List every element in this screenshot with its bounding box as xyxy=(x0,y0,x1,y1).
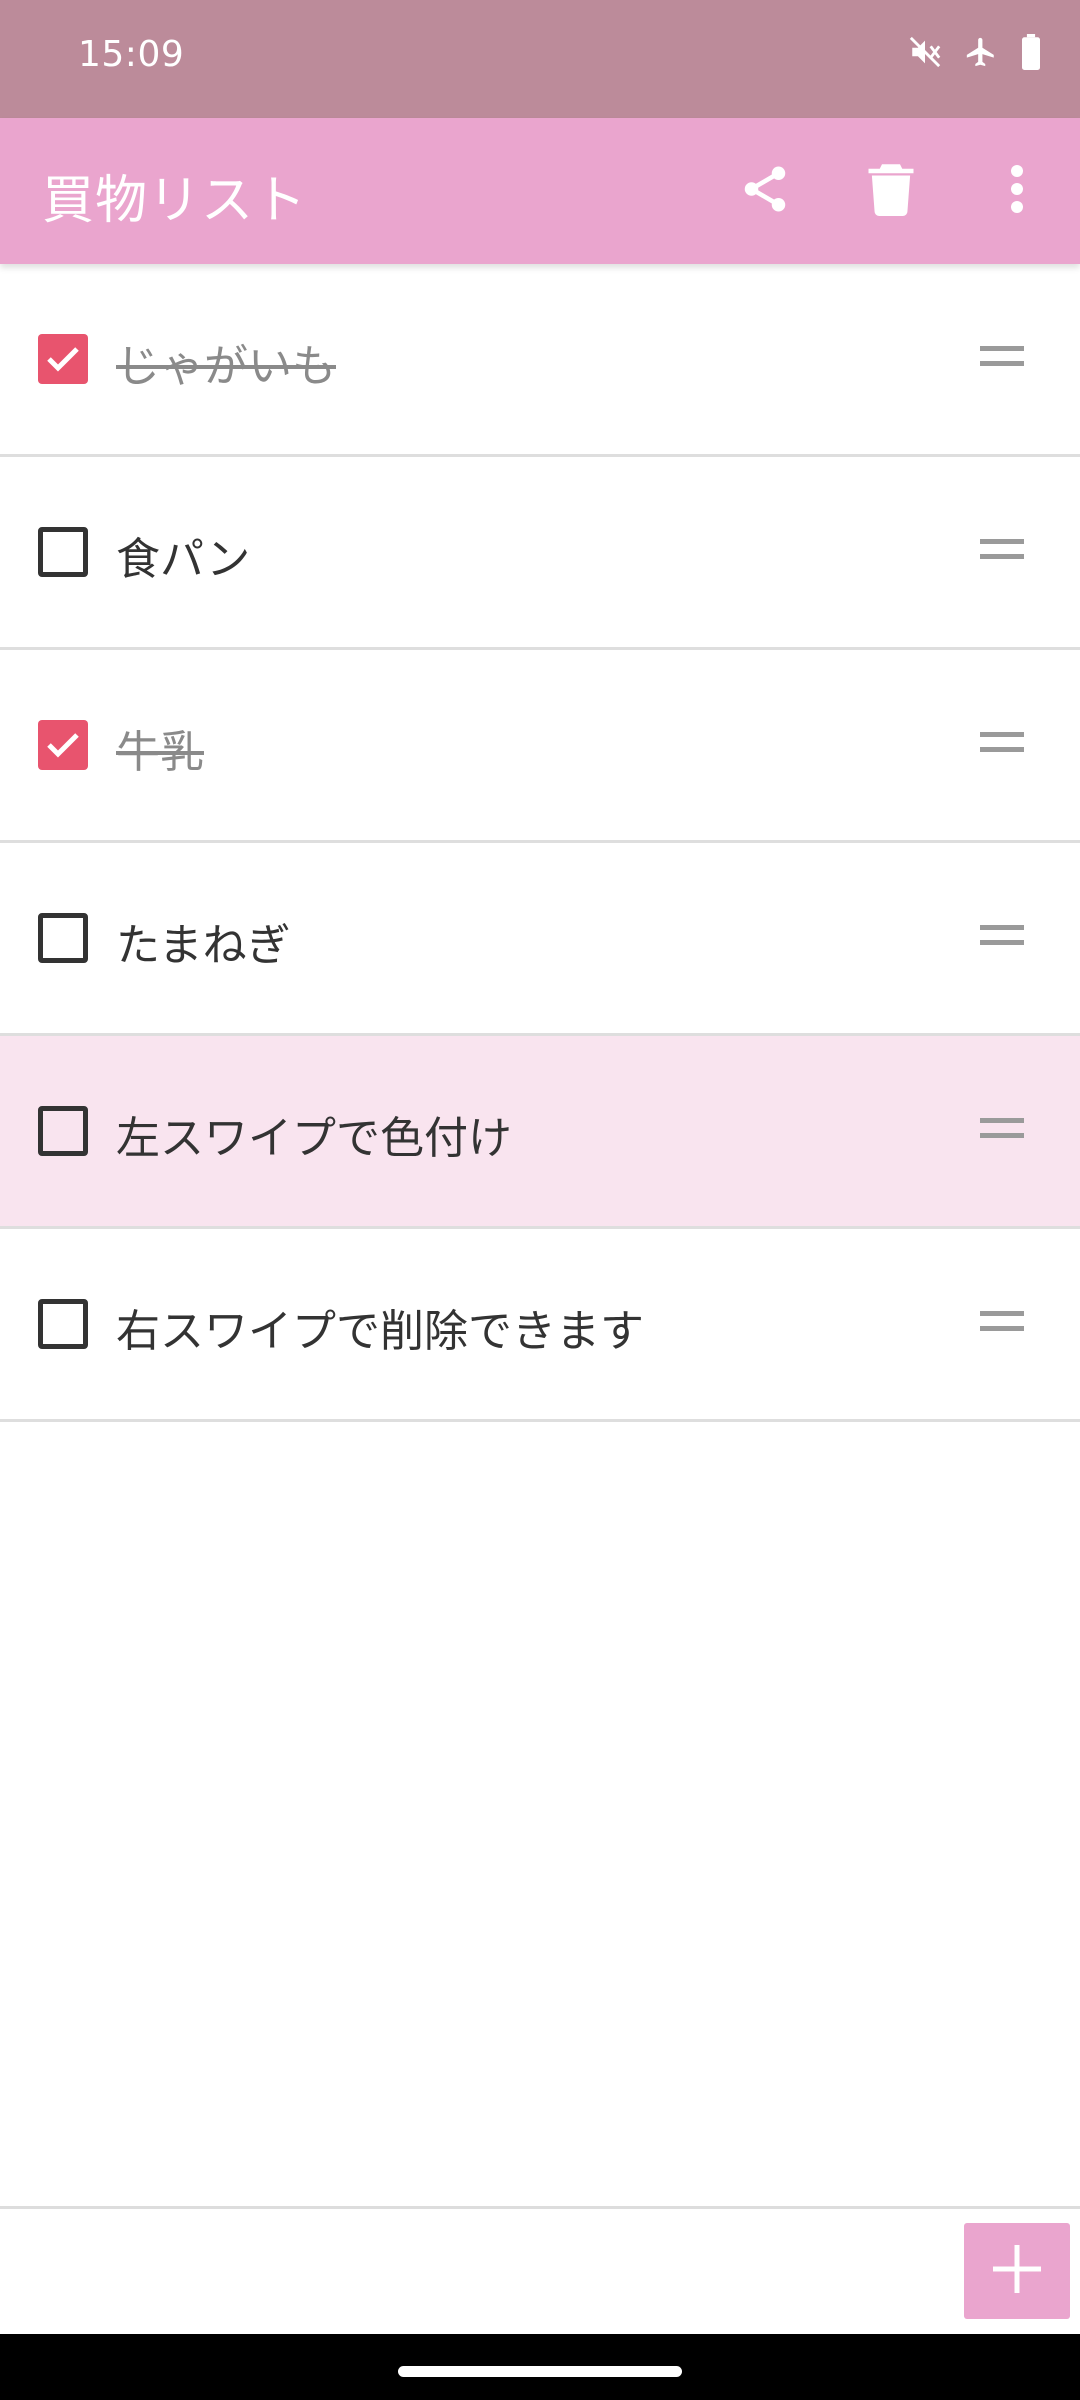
drag-handle-icon[interactable] xyxy=(980,925,1024,949)
status-icons xyxy=(908,34,1042,70)
drag-handle-icon[interactable] xyxy=(980,1311,1024,1335)
list-item[interactable]: じゃがいも xyxy=(0,264,1080,457)
checkbox[interactable] xyxy=(38,1299,88,1349)
checkbox-checked[interactable] xyxy=(38,720,88,770)
drag-handle-icon[interactable] xyxy=(980,539,1024,563)
list-item[interactable]: 右スワイプで削除できます xyxy=(0,1229,1080,1422)
page-title: 買物リスト xyxy=(42,171,308,231)
home-indicator[interactable] xyxy=(398,2366,682,2377)
delete-icon xyxy=(867,162,915,220)
app-actions xyxy=(702,118,1080,264)
drag-handle-icon[interactable] xyxy=(980,1118,1024,1142)
item-label: 牛乳 xyxy=(116,727,204,778)
drag-handle-icon[interactable] xyxy=(980,732,1024,756)
drag-handle-icon[interactable] xyxy=(980,346,1024,370)
app-bar: 買物リスト xyxy=(0,118,1080,264)
add-item-button[interactable] xyxy=(964,2223,1070,2319)
item-label: 右スワイプで削除できます xyxy=(116,1306,644,1357)
status-bar: 15:09 xyxy=(0,0,1080,118)
list-item-highlighted[interactable]: 左スワイプで色付け xyxy=(0,1036,1080,1229)
item-label: 左スワイプで色付け xyxy=(116,1113,512,1164)
item-label: 食パン xyxy=(116,534,251,585)
mute-icon xyxy=(908,35,942,69)
checkbox[interactable] xyxy=(38,1106,88,1156)
checkbox[interactable] xyxy=(38,527,88,577)
list-item[interactable]: 食パン xyxy=(0,457,1080,650)
share-icon xyxy=(738,162,792,220)
status-time: 15:09 xyxy=(78,34,185,75)
airplane-icon xyxy=(964,35,998,69)
item-label: たまねぎ xyxy=(116,920,291,971)
list-item[interactable]: 牛乳 xyxy=(0,650,1080,843)
delete-button[interactable] xyxy=(828,128,954,254)
bottom-input-bar xyxy=(0,2206,1080,2337)
list-item[interactable]: たまねぎ xyxy=(0,843,1080,1036)
battery-icon xyxy=(1020,34,1042,70)
more-options-button[interactable] xyxy=(954,128,1080,254)
share-button[interactable] xyxy=(702,128,828,254)
more-vert-icon xyxy=(1011,165,1023,217)
shopping-list: じゃがいも 食パン 牛乳 たまねぎ 左スワイプで色付け 右スワイプで削除できます xyxy=(0,264,1080,1422)
checkbox-checked[interactable] xyxy=(38,334,88,384)
system-nav-bar xyxy=(0,2334,1080,2400)
plus-icon xyxy=(991,2243,1043,2299)
item-label: じゃがいも xyxy=(116,341,336,392)
checkbox[interactable] xyxy=(38,913,88,963)
